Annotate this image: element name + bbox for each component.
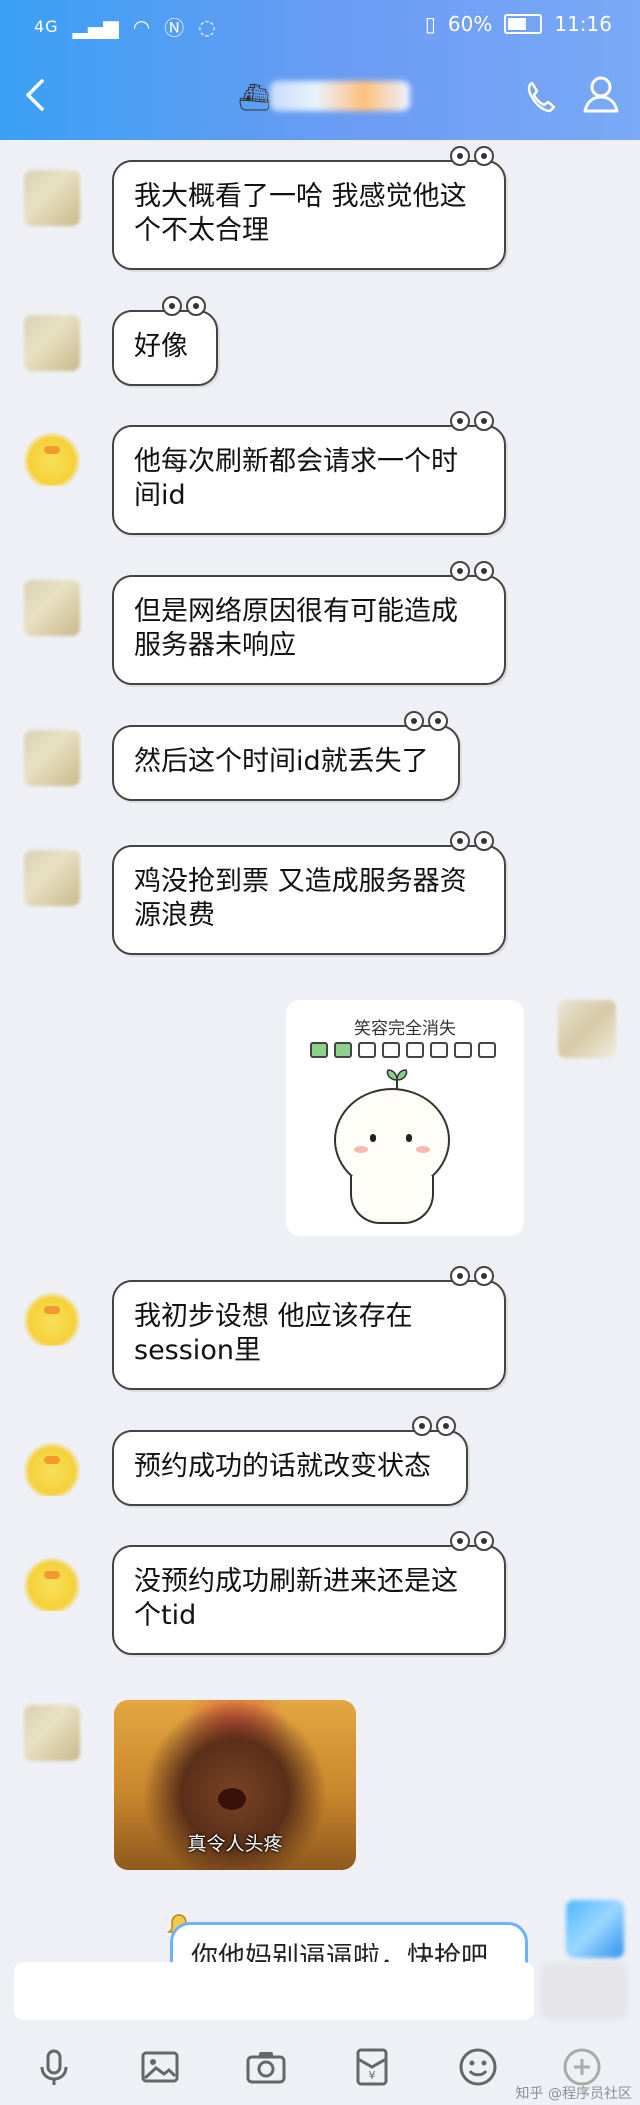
- message-bubble[interactable]: 好像: [112, 296, 218, 386]
- app-notify-icon: ◌: [198, 14, 216, 39]
- bubble-eyes-decor: [448, 411, 498, 433]
- battery-percent: 60%: [447, 12, 493, 36]
- signal-icon: ▂▄▆: [72, 14, 119, 39]
- watermark: 知乎 @程序员社区: [515, 2086, 632, 2102]
- send-area[interactable]: [540, 1962, 628, 2020]
- chat-header: 4G ▂▄▆ ◠ Ⓝ ◌ ▯ 60% 11:16 ⛴: [0, 0, 640, 140]
- input-toolbar: ¥ 知乎 @程序员社区: [0, 2035, 640, 2105]
- message-line: 我初步设想 他应该存在: [134, 1301, 413, 1332]
- message-input[interactable]: [14, 1962, 534, 2020]
- message-line: 没预约成功刷新进来还是这: [134, 1566, 458, 1597]
- profile-icon[interactable]: [578, 71, 624, 117]
- bubble-eyes-decor: [448, 561, 498, 583]
- microphone-icon[interactable]: [32, 2045, 76, 2089]
- sticker-progress-boxes: [310, 1042, 496, 1058]
- message-bubble[interactable]: 他每次刷新都会请求一个时 间id: [112, 411, 506, 535]
- message-line: 他每次刷新都会请求一个时: [134, 446, 458, 477]
- message-bubble[interactable]: 然后这个时间id就丢失了: [112, 711, 460, 801]
- avatar[interactable]: [24, 1705, 80, 1761]
- bubble-eyes-decor: [160, 296, 210, 318]
- message-line: 预约成功的话就改变状态: [134, 1451, 431, 1482]
- bubble-eyes-decor: [448, 1531, 498, 1553]
- message-line: 源浪费: [134, 900, 215, 931]
- avatar[interactable]: [24, 580, 80, 636]
- back-icon[interactable]: [16, 75, 56, 115]
- message-line: 个不太合理: [134, 215, 269, 246]
- bun-body: [350, 1176, 434, 1224]
- message-line: 鸡没抢到票 又造成服务器资: [134, 866, 467, 897]
- image-icon[interactable]: [138, 2045, 182, 2089]
- bubble-eyes-decor: [448, 831, 498, 853]
- message-line: 好像: [134, 331, 188, 362]
- meme-figure: [218, 1788, 246, 1810]
- clock: 11:16: [554, 12, 612, 36]
- avatar[interactable]: [24, 1290, 80, 1346]
- bubble-eyes-decor: [448, 146, 498, 168]
- my-avatar[interactable]: [558, 1000, 616, 1058]
- bubble-eyes-decor: [410, 1416, 460, 1438]
- status-left: 4G ▂▄▆ ◠ Ⓝ ◌: [34, 12, 216, 41]
- avatar[interactable]: [24, 850, 80, 906]
- chat-area[interactable]: 我大概看了一哈 我感觉他这 个不太合理 好像 他每次刷新都会请求一个时 间id …: [0, 140, 640, 1992]
- message-line: 我大概看了一哈 我感觉他这: [134, 181, 467, 212]
- blurred-contact-name: [270, 81, 410, 111]
- status-right: ▯ 60% 11:16: [425, 12, 612, 36]
- avatar[interactable]: [24, 315, 80, 371]
- message-line: session里: [134, 1335, 261, 1366]
- message-bubble[interactable]: 鸡没抢到票 又造成服务器资 源浪费: [112, 831, 506, 955]
- wifi-icon: ◠: [132, 14, 151, 39]
- page-title: [230, 73, 231, 74]
- avatar[interactable]: [24, 430, 80, 486]
- nav-bar: ⛴: [0, 55, 640, 135]
- bubble-eyes-decor: [402, 711, 452, 733]
- message-line: 间id: [134, 480, 186, 511]
- ship-icon: ⛴: [238, 83, 272, 113]
- avatar[interactable]: [24, 730, 80, 786]
- meme-image[interactable]: 真令人头疼: [114, 1700, 356, 1870]
- red-packet-icon[interactable]: ¥: [350, 2045, 394, 2089]
- call-icon[interactable]: [520, 75, 564, 119]
- message-line: 服务器未响应: [134, 630, 296, 661]
- vibrate-icon: ▯: [424, 12, 436, 36]
- message-bubble[interactable]: 我初步设想 他应该存在 session里: [112, 1266, 506, 1390]
- message-line: 但是网络原因很有可能造成: [134, 596, 458, 627]
- battery-icon: [504, 14, 543, 34]
- meme-caption: 真令人头疼: [187, 1833, 283, 1855]
- message-line: 个tid: [134, 1600, 197, 1631]
- message-bubble[interactable]: 没预约成功刷新进来还是这 个tid: [112, 1531, 506, 1655]
- sticker-message[interactable]: 笑容完全消失: [286, 1000, 524, 1236]
- avatar[interactable]: [24, 1440, 80, 1496]
- avatar[interactable]: [24, 170, 80, 226]
- message-bubble[interactable]: 我大概看了一哈 我感觉他这 个不太合理: [112, 146, 506, 270]
- message-bubble[interactable]: 但是网络原因很有可能造成 服务器未响应: [112, 561, 506, 685]
- my-avatar[interactable]: [566, 1900, 624, 1958]
- sticker-caption: 笑容完全消失: [354, 1019, 456, 1039]
- avatar[interactable]: [24, 1555, 80, 1611]
- status-bar: 4G ▂▄▆ ◠ Ⓝ ◌ ▯ 60% 11:16: [0, 0, 640, 52]
- message-line: 然后这个时间id就丢失了: [134, 746, 429, 777]
- camera-icon[interactable]: [244, 2045, 288, 2089]
- bubble-eyes-decor: [448, 1266, 498, 1288]
- chat-title[interactable]: ⛴: [230, 73, 430, 117]
- message-bubble[interactable]: 预约成功的话就改变状态: [112, 1416, 468, 1506]
- network-label: 4G: [34, 17, 59, 36]
- nfc-icon: Ⓝ: [164, 16, 185, 40]
- svg-text:¥: ¥: [369, 2069, 376, 2082]
